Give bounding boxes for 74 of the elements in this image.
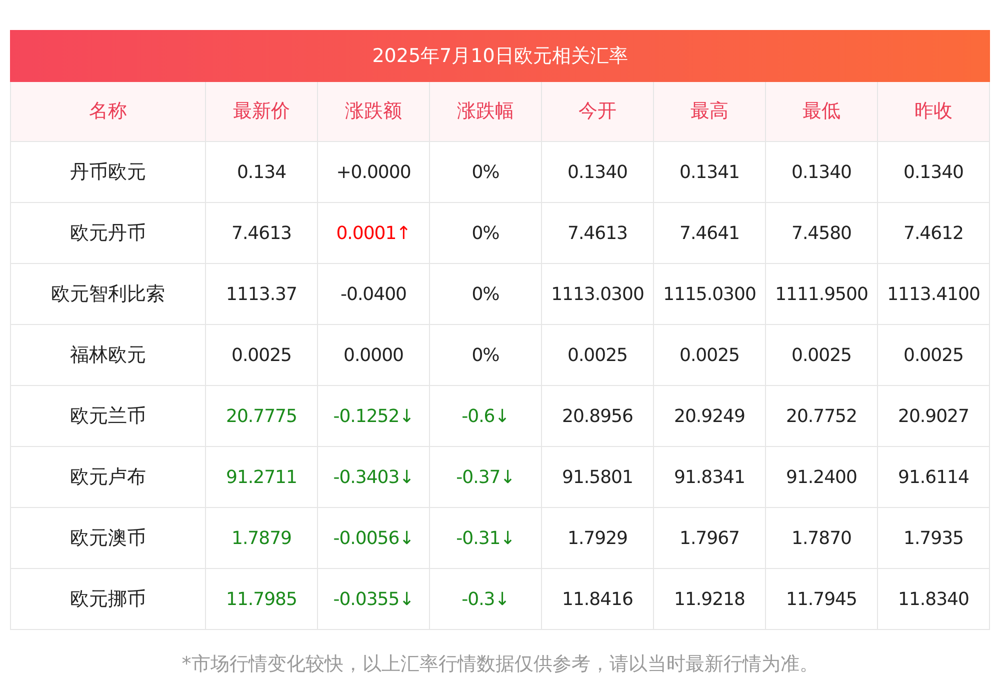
table-cell: -0.3↓ [430,569,542,629]
table-cell: 20.9027 [878,386,990,446]
table-cell: 欧元卢布 [11,447,206,507]
table-cell: 福林欧元 [11,325,206,385]
table-cell: 1.7967 [654,508,766,568]
table-cell: 丹币欧元 [11,142,206,202]
table-cell: -0.0056↓ [318,508,430,568]
column-header: 涨跌幅 [430,82,542,141]
table-cell: 1.7870 [766,508,878,568]
column-header: 最高 [654,82,766,141]
table-cell: 20.9249 [654,386,766,446]
table-cell: 0% [430,264,542,324]
table-cell: 0.134 [206,142,318,202]
table-cell: 欧元澳币 [11,508,206,568]
table-cell: 欧元兰币 [11,386,206,446]
table-cell: -0.31↓ [430,508,542,568]
table-cell: 0.0025 [542,325,654,385]
table-cell: 0.0025 [654,325,766,385]
table-cell: 0.1340 [542,142,654,202]
table-cell: 7.4612 [878,203,990,263]
column-header: 最低 [766,82,878,141]
table-title: 2025年7月10日欧元相关汇率 [10,30,990,82]
table-cell: 欧元智利比索 [11,264,206,324]
table-cell: 91.8341 [654,447,766,507]
table-cell: 0.1340 [766,142,878,202]
table-cell: 11.9218 [654,569,766,629]
table-cell: 20.7752 [766,386,878,446]
table-cell: 1.7935 [878,508,990,568]
table-cell: -0.6↓ [430,386,542,446]
table-cell: 1113.0300 [542,264,654,324]
table-cell: 0.1341 [654,142,766,202]
table-cell: -0.1252↓ [318,386,430,446]
table-cell: 91.6114 [878,447,990,507]
table-cell: 欧元丹币 [11,203,206,263]
table-cell: 20.8956 [542,386,654,446]
table-cell: 7.4613 [542,203,654,263]
column-header: 最新价 [206,82,318,141]
table-cell: 11.8416 [542,569,654,629]
table-cell: -0.0355↓ [318,569,430,629]
table-cell: -0.37↓ [430,447,542,507]
table-cell: 0.0025 [206,325,318,385]
table-cell: 7.4580 [766,203,878,263]
column-header: 昨收 [878,82,990,141]
table-cell: 0% [430,325,542,385]
table-cell: 0% [430,142,542,202]
column-header: 今开 [542,82,654,141]
table-cell: 1113.37 [206,264,318,324]
table-cell: 0.0001↑ [318,203,430,263]
table-cell: 1.7879 [206,508,318,568]
table-cell: 91.2400 [766,447,878,507]
table-cell: 1111.9500 [766,264,878,324]
table-cell: 91.5801 [542,447,654,507]
table-cell: 1115.0300 [654,264,766,324]
table-cell: 7.4613 [206,203,318,263]
table-cell: 0.1340 [878,142,990,202]
table-cell: 11.8340 [878,569,990,629]
table-cell: 7.4641 [654,203,766,263]
table-cell: 0.0025 [878,325,990,385]
column-header: 名称 [11,82,206,141]
table-cell: 11.7945 [766,569,878,629]
footnote: *市场行情变化较快，以上汇率行情数据仅供参考，请以当时最新行情为准。 [180,652,820,677]
table-cell: 1113.4100 [878,264,990,324]
table-cell: 11.7985 [206,569,318,629]
table-cell: 0.0000 [318,325,430,385]
column-header: 涨跌额 [318,82,430,141]
table-cell: 20.7775 [206,386,318,446]
table-cell: 欧元挪币 [11,569,206,629]
table-cell: 0% [430,203,542,263]
table-cell: -0.3403↓ [318,447,430,507]
table-cell: +0.0000 [318,142,430,202]
table-cell: -0.0400 [318,264,430,324]
table-cell: 91.2711 [206,447,318,507]
table-cell: 0.0025 [766,325,878,385]
table-cell: 1.7929 [542,508,654,568]
